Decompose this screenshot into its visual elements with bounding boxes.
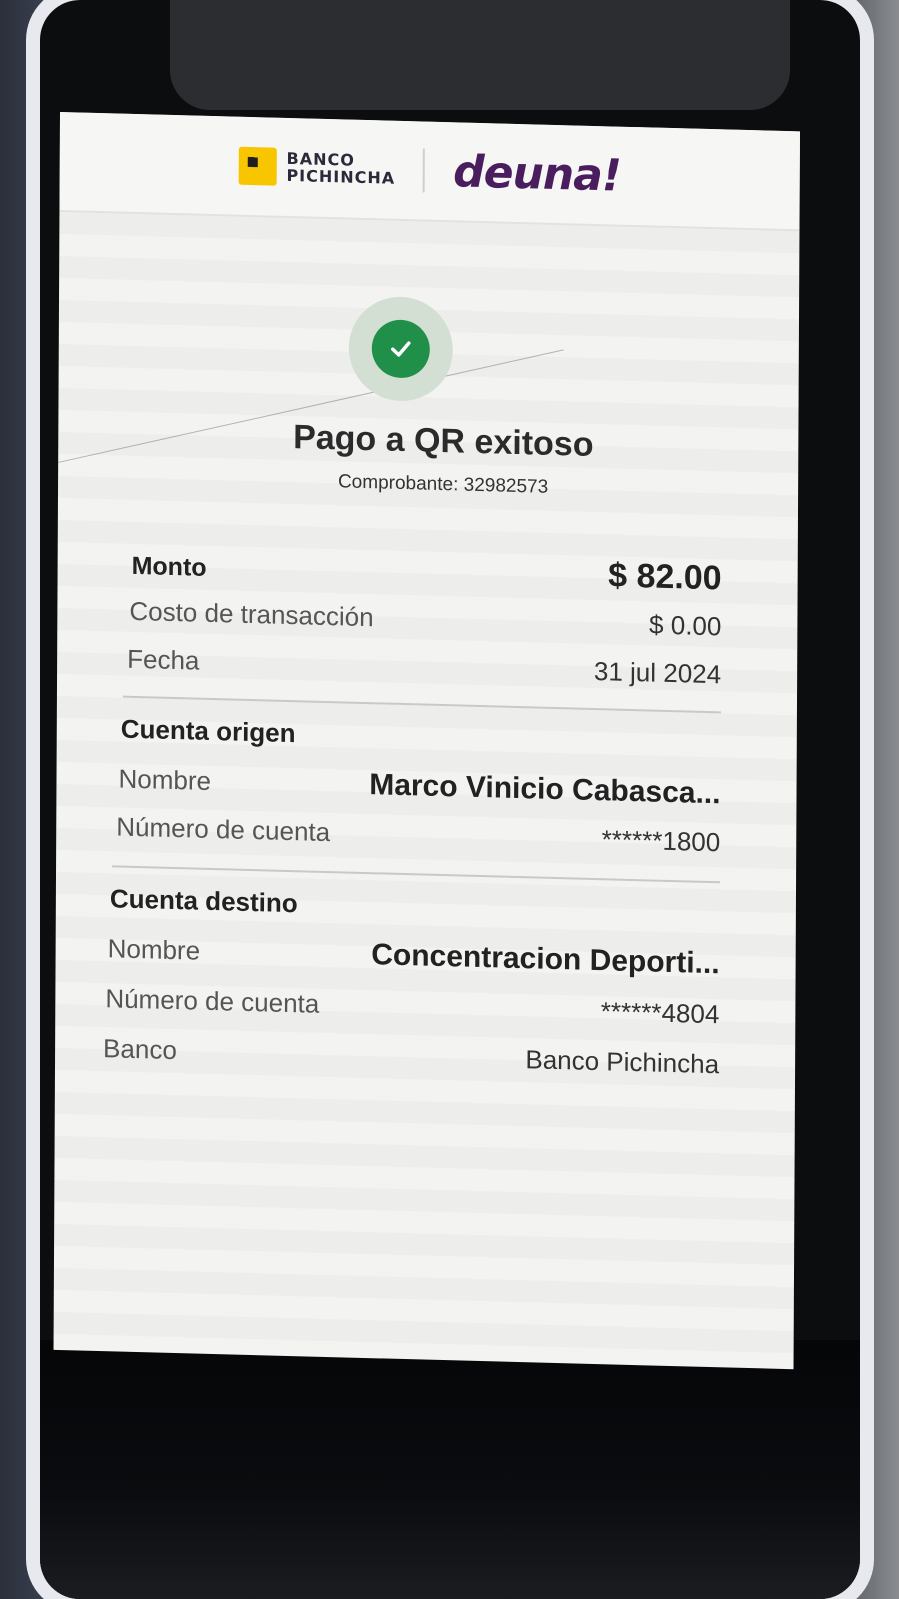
origin-account-value: ******1800 [601,824,721,858]
phone-notch-area [170,0,790,110]
fee-label: Costo de transacción [129,595,374,633]
destination-name-value: Concentracion Deporti... [371,938,720,981]
banco-pichincha-wordmark: BANCO PICHINCHA [286,149,396,188]
origin-account-row: Número de cuenta ******1800 [116,811,720,858]
destination-account-value: ******4804 [600,996,720,1030]
destination-name-label: Nombre [107,933,201,966]
banco-pichincha-mark-icon [238,146,277,186]
destination-bank-label: Banco [103,1033,177,1066]
amount-value: $ 82.00 [608,556,722,598]
date-label: Fecha [127,643,200,676]
bank-logo-line2: PICHINCHA [286,165,396,188]
origin-name-label: Nombre [118,763,212,796]
section-divider [122,695,721,714]
destination-account-label: Número de cuenta [105,983,320,1019]
destination-account-row: Número de cuenta ******4804 [105,983,719,1030]
origin-section-title: Cuenta origen [120,713,296,749]
check-circle-icon [371,319,430,379]
page-title: Pago a QR exitoso [293,418,594,464]
deuna-logo: deuna! [453,145,622,202]
destination-bank-row: Banco Banco Pichincha [103,1033,719,1080]
date-row: Fecha 31 jul 2024 [127,644,721,691]
destination-bank-value: Banco Pichincha [525,1044,720,1080]
success-badge [348,295,454,403]
date-value: 31 jul 2024 [593,655,722,690]
origin-account-label: Número de cuenta [116,811,331,848]
app-header: BANCO PICHINCHA deuna! [59,112,800,232]
destination-section-title: Cuenta destino [109,883,298,919]
amount-label: Monto [131,551,207,582]
section-divider [112,865,721,884]
receipt-body: Pago a QR exitoso Comprobante: 32982573 … [53,211,800,1370]
origin-name-row: Nombre Marco Vinicio Cabasca... [118,762,720,812]
destination-name-row: Nombre Concentracion Deporti... [108,931,720,981]
amount-row: Monto $ 82.00 [132,544,722,598]
receipt-number: Comprobante: 32982573 [337,471,549,498]
banco-pichincha-logo: BANCO PICHINCHA [238,146,396,189]
receipt-screen: BANCO PICHINCHA deuna! Pago a QR exitoso… [53,112,800,1370]
logo-divider [423,148,426,193]
origin-name-value: Marco Vinicio Cabasca... [369,768,721,811]
fee-row: Costo de transacción $ 0.00 [129,596,721,642]
phone-bottom-bezel [40,1340,860,1599]
fee-value: $ 0.00 [649,609,722,642]
